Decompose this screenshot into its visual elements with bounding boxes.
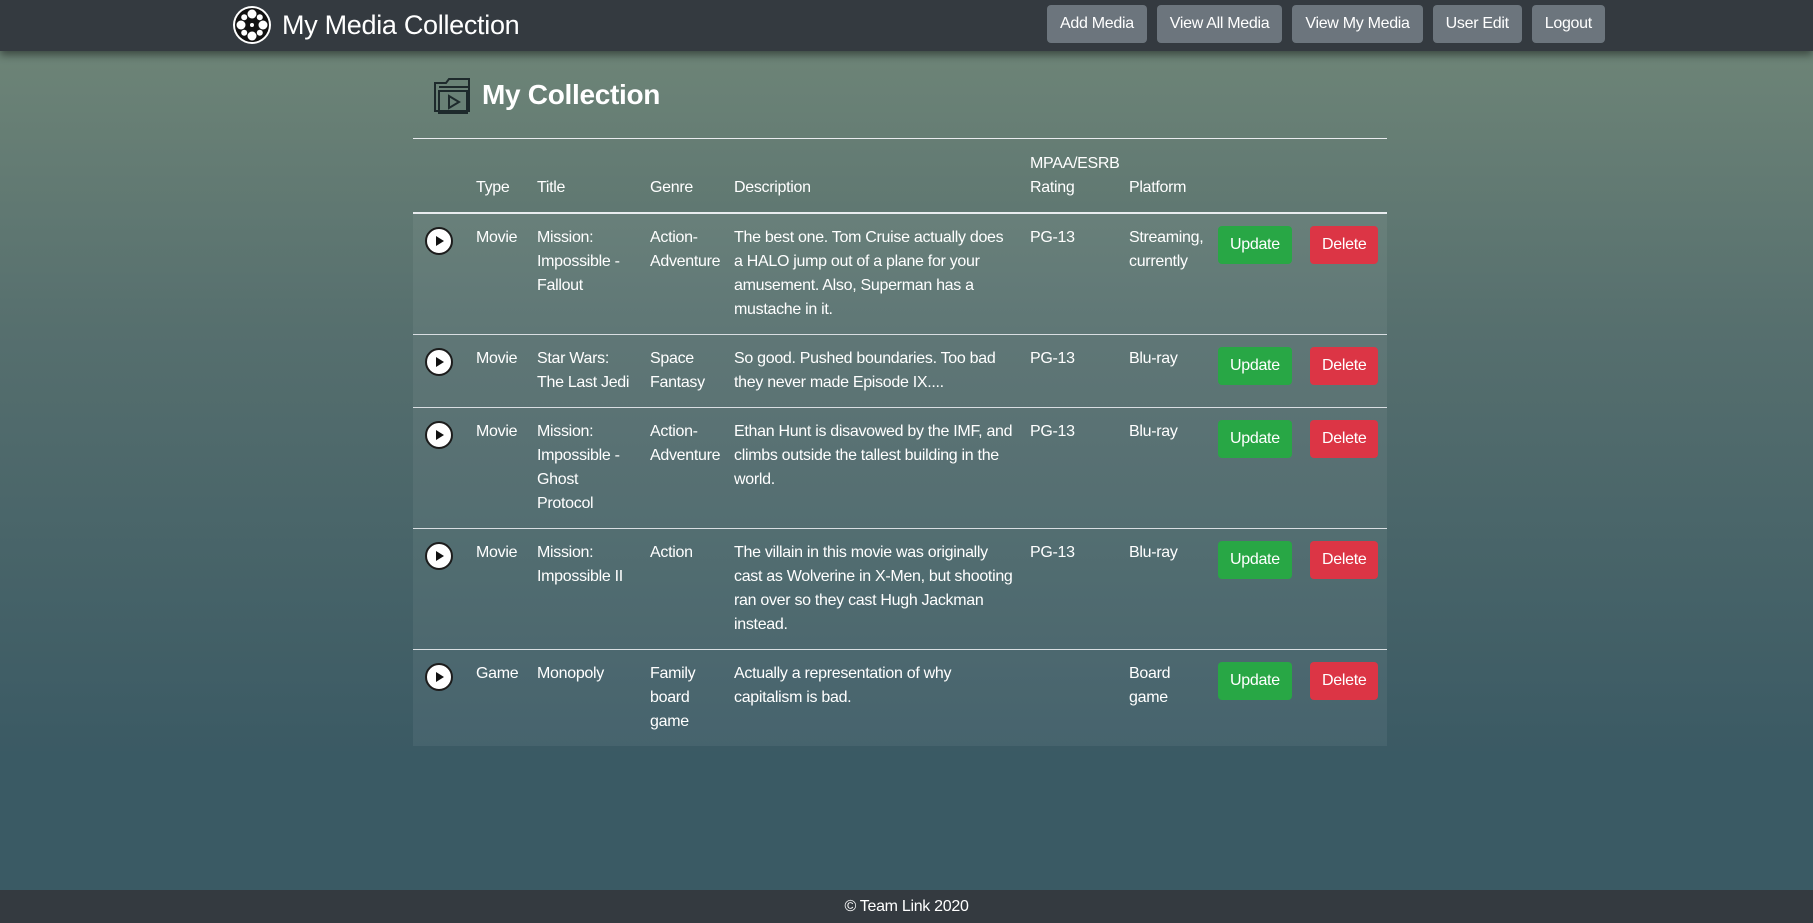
table-body: Movie Mission: Impossible - Fallout Acti… bbox=[413, 212, 1387, 746]
cell-type: Movie bbox=[468, 406, 529, 528]
table-row: Movie Mission: Impossible - Fallout Acti… bbox=[413, 212, 1387, 334]
page-title: My Collection bbox=[482, 78, 661, 110]
main-content: My Collection Type Title Genre Descripti… bbox=[413, 51, 1387, 746]
brand[interactable]: My Media Collection bbox=[232, 4, 520, 46]
cell-description: The villain in this movie was originally… bbox=[726, 527, 1022, 649]
cell-title: Monopoly bbox=[529, 648, 642, 746]
table-row: Game Monopoly Family board game Actually… bbox=[413, 648, 1387, 746]
play-icon[interactable] bbox=[425, 347, 453, 376]
footer: © Team Link 2020 bbox=[0, 890, 1813, 923]
cell-description: The best one. Tom Cruise actually does a… bbox=[726, 212, 1022, 334]
cell-platform: Blu-ray bbox=[1121, 333, 1210, 407]
table-header: Type Title Genre Description MPAA/ESRB R… bbox=[413, 138, 1387, 214]
cell-title: Mission: Impossible - Ghost Protocol bbox=[529, 406, 642, 528]
delete-button[interactable]: Delete bbox=[1310, 419, 1379, 458]
cell-platform: Board game bbox=[1121, 648, 1210, 746]
cell-type: Game bbox=[468, 648, 529, 746]
media-folder-play-icon bbox=[434, 77, 470, 114]
film-reel-icon bbox=[233, 6, 271, 44]
table-row: Movie Mission: Impossible II Action The … bbox=[413, 527, 1387, 649]
cell-title: Star Wars: The Last Jedi bbox=[529, 333, 642, 407]
update-button[interactable]: Update bbox=[1218, 346, 1292, 385]
cell-genre: Action-Adventure bbox=[642, 212, 726, 334]
table-row: Movie Mission: Impossible - Ghost Protoc… bbox=[413, 406, 1387, 528]
header-description: Description bbox=[726, 138, 1022, 214]
cell-rating: PG-13 bbox=[1022, 527, 1121, 649]
user-edit-button[interactable]: User Edit bbox=[1432, 5, 1522, 43]
header-type: Type bbox=[468, 138, 529, 214]
update-button[interactable]: Update bbox=[1218, 225, 1292, 264]
delete-button[interactable]: Delete bbox=[1310, 661, 1379, 700]
section-header: My Collection bbox=[413, 51, 1387, 138]
cell-type: Movie bbox=[468, 333, 529, 407]
cell-genre: Family board game bbox=[642, 648, 726, 746]
update-button[interactable]: Update bbox=[1218, 419, 1292, 458]
play-icon[interactable] bbox=[425, 226, 453, 255]
cell-platform: Streaming, currently bbox=[1121, 212, 1210, 334]
delete-button[interactable]: Delete bbox=[1310, 346, 1379, 385]
cell-platform: Blu-ray bbox=[1121, 527, 1210, 649]
cell-title: Mission: Impossible - Fallout bbox=[529, 212, 642, 334]
play-icon[interactable] bbox=[425, 541, 453, 570]
page-lower-background bbox=[0, 751, 1813, 890]
media-table: Type Title Genre Description MPAA/ESRB R… bbox=[413, 138, 1387, 746]
cell-genre: Space Fantasy bbox=[642, 333, 726, 407]
cell-rating: PG-13 bbox=[1022, 333, 1121, 407]
update-button[interactable]: Update bbox=[1218, 661, 1292, 700]
view-all-media-button[interactable]: View All Media bbox=[1156, 5, 1283, 43]
header-rating: MPAA/ESRB Rating bbox=[1022, 138, 1121, 214]
header-platform: Platform bbox=[1121, 138, 1210, 214]
header-update bbox=[1210, 138, 1302, 214]
logout-button[interactable]: Logout bbox=[1531, 5, 1605, 43]
cell-genre: Action-Adventure bbox=[642, 406, 726, 528]
view-my-media-button[interactable]: View My Media bbox=[1292, 5, 1423, 43]
footer-copyright: © Team Link 2020 bbox=[844, 897, 969, 915]
cell-platform: Blu-ray bbox=[1121, 406, 1210, 528]
update-button[interactable]: Update bbox=[1218, 540, 1292, 579]
header-title: Title bbox=[529, 138, 642, 214]
cell-rating: PG-13 bbox=[1022, 212, 1121, 334]
delete-button[interactable]: Delete bbox=[1310, 540, 1379, 579]
play-icon[interactable] bbox=[425, 662, 453, 691]
header-genre: Genre bbox=[642, 138, 726, 214]
cell-description: Ethan Hunt is disavowed by the IMF, and … bbox=[726, 406, 1022, 528]
cell-type: Movie bbox=[468, 527, 529, 649]
top-navbar: My Media Collection Add Media View All M… bbox=[0, 0, 1813, 51]
cell-description: So good. Pushed boundaries. Too bad they… bbox=[726, 333, 1022, 407]
play-icon[interactable] bbox=[425, 420, 453, 449]
header-delete bbox=[1302, 138, 1387, 214]
header-play bbox=[413, 138, 468, 214]
table-row: Movie Star Wars: The Last Jedi Space Fan… bbox=[413, 333, 1387, 407]
nav-button-group: Add Media View All Media View My Media U… bbox=[1047, 5, 1615, 43]
delete-button[interactable]: Delete bbox=[1310, 225, 1379, 264]
cell-description: Actually a representation of why capital… bbox=[726, 648, 1022, 746]
cell-type: Movie bbox=[468, 212, 529, 334]
app-title: My Media Collection bbox=[282, 9, 520, 40]
cell-rating: PG-13 bbox=[1022, 406, 1121, 528]
cell-genre: Action bbox=[642, 527, 726, 649]
add-media-button[interactable]: Add Media bbox=[1047, 5, 1147, 43]
cell-rating bbox=[1022, 648, 1121, 746]
cell-title: Mission: Impossible II bbox=[529, 527, 642, 649]
